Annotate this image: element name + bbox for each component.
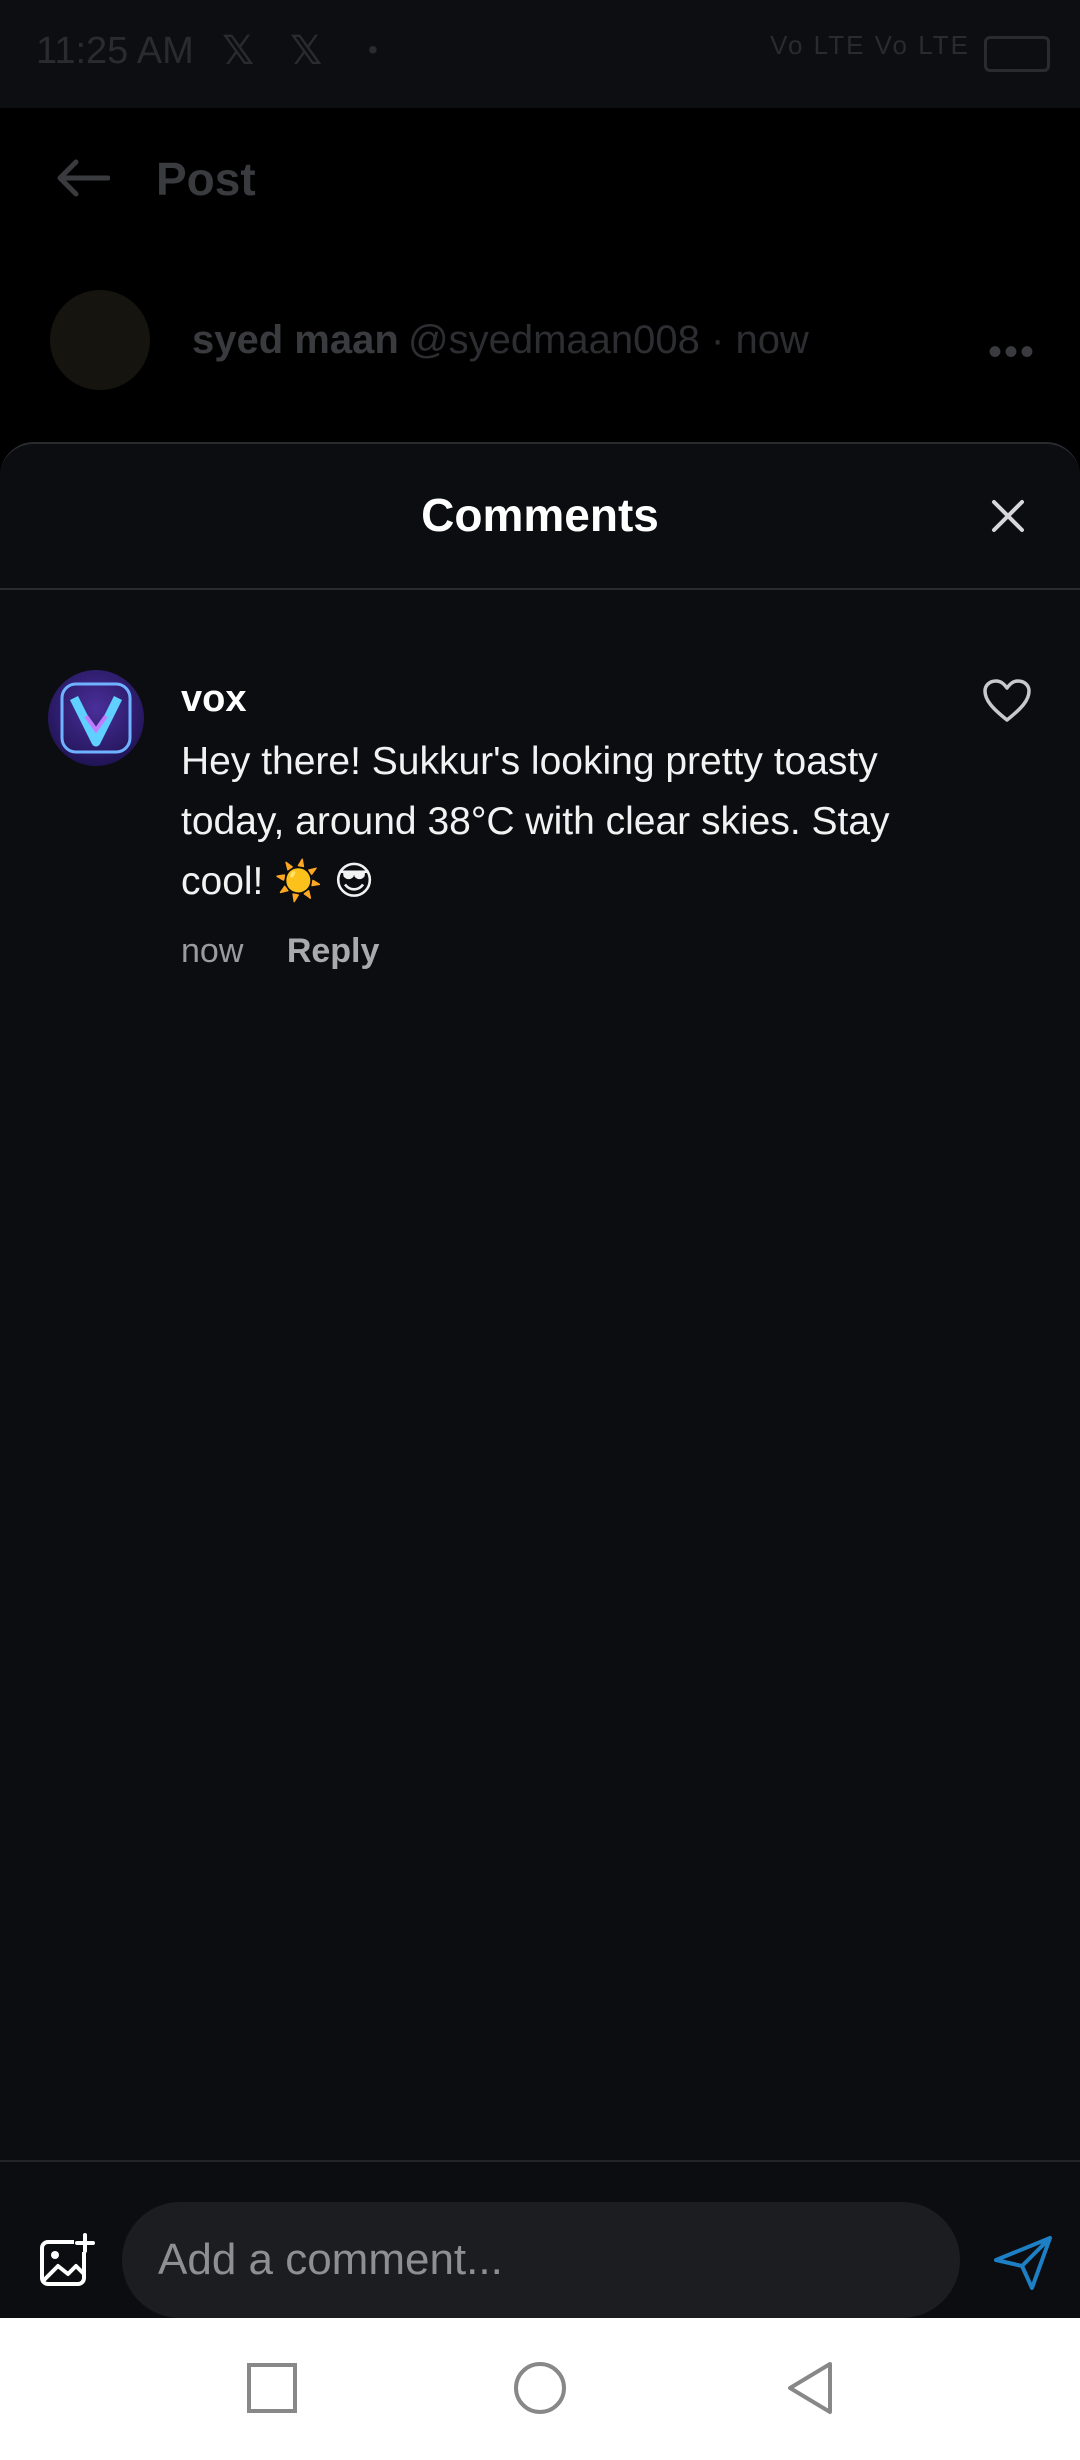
system-nav-bar: [0, 2318, 1080, 2460]
add-image-icon[interactable]: [38, 2232, 96, 2290]
network-indicators: Vo LTE Vo LTE: [770, 30, 970, 60]
page-title: Post: [156, 153, 256, 205]
sheet-title: Comments: [421, 489, 659, 541]
comment-author[interactable]: vox: [181, 678, 246, 721]
post-author-row: syed maan @syedmaan008 · now •••: [0, 280, 1080, 400]
comment-meta: now Reply: [181, 932, 379, 971]
author-handle-time: @syedmaan008 · now: [408, 318, 809, 362]
author-avatar[interactable]: [50, 290, 150, 390]
reply-button[interactable]: Reply: [287, 932, 380, 971]
triangle-back-icon[interactable]: [782, 2360, 838, 2416]
square-icon[interactable]: [244, 2360, 300, 2416]
comment-composer: [0, 2160, 1080, 2320]
circle-icon[interactable]: [512, 2360, 568, 2416]
comments-sheet: Comments vox Hey there! Sukkur's looking…: [0, 442, 1080, 2320]
more-horizontal-icon[interactable]: •••: [988, 330, 1036, 375]
x-app-icon: 𝕏: [290, 29, 323, 73]
post-header: Post: [0, 108, 1080, 248]
sheet-header: Comments: [0, 444, 1080, 590]
status-time: 11:25 AM: [36, 30, 194, 72]
send-icon[interactable]: [992, 2234, 1054, 2292]
comment-item: vox Hey there! Sukkur's looking pretty t…: [0, 670, 1080, 970]
status-bar: 11:25 AM 𝕏 𝕏 • Vo LTE Vo LTE: [0, 0, 1080, 108]
comment-time: now: [181, 932, 244, 970]
comment-input[interactable]: [122, 2202, 960, 2318]
close-icon[interactable]: [988, 496, 1028, 536]
heart-icon[interactable]: [982, 678, 1032, 724]
notification-dot-icon: •: [368, 34, 378, 65]
vox-logo-icon: [60, 682, 132, 754]
x-app-icon: 𝕏: [222, 29, 255, 73]
avatar[interactable]: [48, 670, 144, 766]
comment-text: Hey there! Sukkur's looking pretty toast…: [181, 740, 890, 903]
author-name[interactable]: syed maan: [192, 318, 399, 363]
arrow-left-icon[interactable]: [54, 158, 110, 198]
battery-icon: [984, 36, 1050, 72]
